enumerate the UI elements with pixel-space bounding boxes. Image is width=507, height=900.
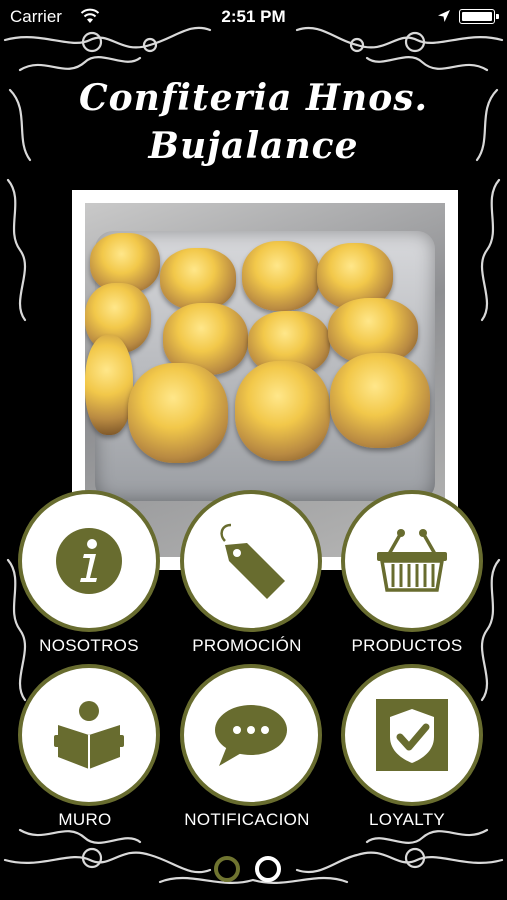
status-time: 2:51 PM — [221, 7, 286, 26]
muro-button[interactable] — [18, 664, 160, 806]
loyalty-label: LOYALTY — [368, 810, 446, 829]
shopping-basket-icon — [377, 529, 447, 592]
promocion-label: PROMOCIÓN — [192, 636, 302, 655]
notificacion-button[interactable] — [180, 664, 322, 806]
info-icon — [56, 528, 122, 594]
pastry — [242, 241, 320, 311]
app-screen: Carrier 2:51 PM Confiteria Hnos. Bujalan… — [0, 0, 507, 900]
pastry — [128, 363, 228, 463]
status-bar: Carrier 2:51 PM — [0, 0, 507, 34]
battery-icon — [459, 9, 499, 24]
price-tag-icon — [220, 523, 285, 599]
location-arrow-icon — [438, 10, 450, 22]
app-title: Confiteria Hnos. Bujalance — [60, 74, 447, 170]
page-indicator-2[interactable] — [255, 856, 281, 882]
pastry — [330, 353, 430, 448]
pastry — [160, 248, 236, 310]
pastry — [235, 361, 330, 461]
page-indicator-1[interactable] — [214, 856, 240, 882]
nosotros-button[interactable] — [18, 490, 160, 632]
promocion-button[interactable] — [180, 490, 322, 632]
productos-button[interactable] — [341, 490, 483, 632]
loyalty-button[interactable] — [341, 664, 483, 806]
productos-label: PRODUCTOS — [351, 636, 463, 655]
app-title-line1: Confiteria Hnos. — [78, 77, 429, 119]
app-title-line2: Bujalance — [148, 125, 359, 167]
pastry — [85, 335, 133, 435]
reading-person-icon — [54, 701, 124, 769]
nosotros-label: NOSOTROS — [39, 636, 139, 655]
shield-check-icon — [376, 699, 448, 771]
muro-label: MURO — [58, 810, 112, 829]
notificacion-label: NOTIFICACION — [184, 810, 310, 829]
chat-bubble-icon — [215, 705, 287, 766]
